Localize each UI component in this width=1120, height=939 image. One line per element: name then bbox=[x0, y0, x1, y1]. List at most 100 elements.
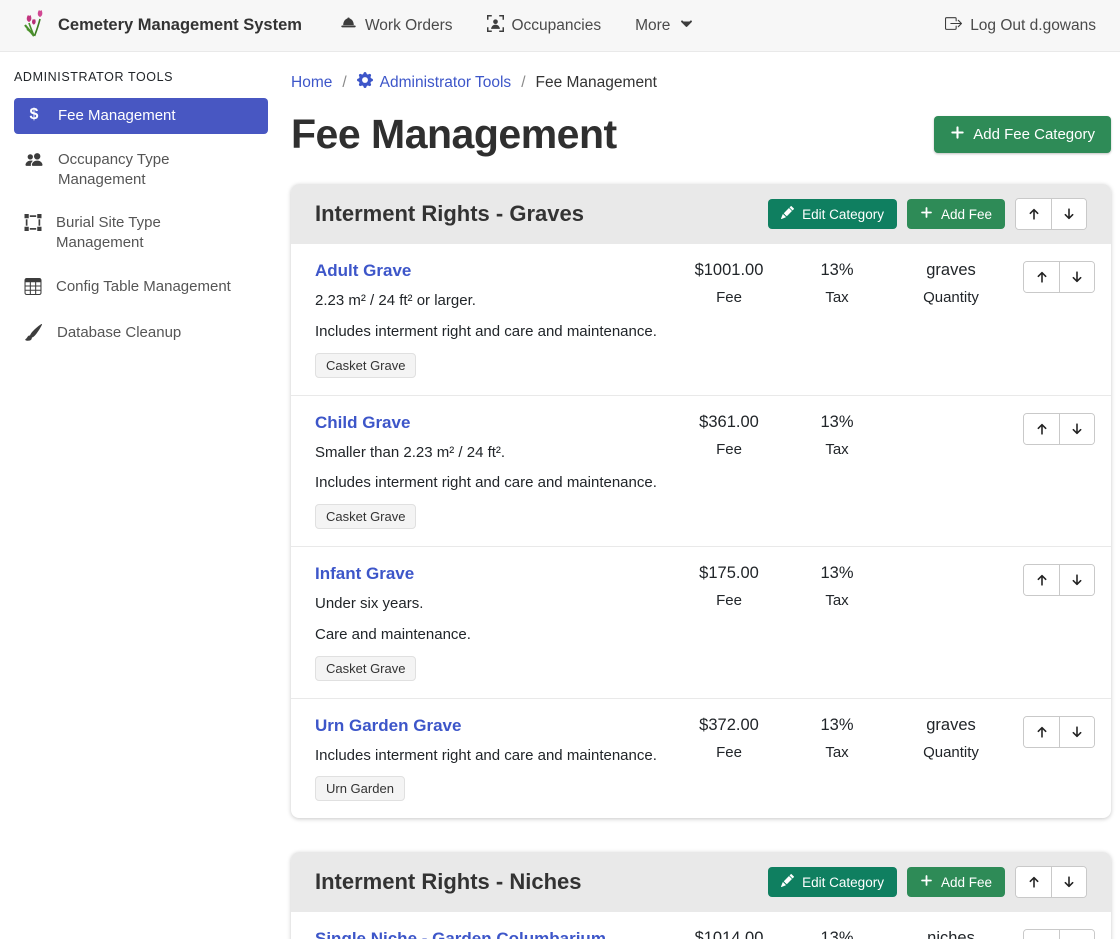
move-up-button[interactable] bbox=[1024, 414, 1059, 444]
tax-percent: 13% bbox=[820, 261, 853, 280]
tax-percent: 13% bbox=[820, 716, 853, 735]
fee-amount-column: $1001.00 Fee bbox=[675, 261, 783, 378]
fee-description-1: Includes interment right and care and ma… bbox=[315, 745, 665, 767]
table-icon bbox=[24, 277, 42, 299]
tax-column: 13% Tax bbox=[783, 413, 891, 530]
move-up-button[interactable] bbox=[1024, 565, 1059, 595]
logout-button[interactable]: Log Out d.gowans bbox=[945, 15, 1096, 37]
edit-category-label: Edit Category bbox=[802, 875, 884, 890]
fee-reorder-group bbox=[1023, 716, 1095, 748]
nav-label-more: More bbox=[635, 17, 670, 35]
breadcrumb-home-link[interactable]: Home bbox=[291, 74, 332, 92]
move-down-button[interactable] bbox=[1051, 199, 1086, 229]
add-fee-button[interactable]: Add Fee bbox=[907, 199, 1005, 229]
nav-item-work-orders[interactable]: Work Orders bbox=[340, 15, 453, 37]
fee-amount: $372.00 bbox=[699, 716, 759, 735]
sidebar-item-occupancy-type[interactable]: Occupancy Type Management bbox=[14, 142, 268, 198]
tax-column: 13% Tax bbox=[783, 929, 891, 939]
add-fee-button[interactable]: Add Fee bbox=[907, 867, 1005, 897]
fee-details: Infant Grave Under six years. Care and m… bbox=[315, 564, 675, 681]
move-up-button[interactable] bbox=[1024, 930, 1059, 939]
fee-tag: Casket Grave bbox=[315, 353, 416, 378]
logout-icon bbox=[945, 15, 962, 37]
fee-name-link[interactable]: Adult Grave bbox=[315, 261, 411, 281]
breadcrumb-home-label: Home bbox=[291, 74, 332, 92]
fee-rows: Single Niche - Garden Columbarium Garden… bbox=[291, 912, 1111, 939]
move-down-button[interactable] bbox=[1059, 414, 1094, 444]
sidebar-item-label: Database Cleanup bbox=[57, 323, 181, 343]
add-fee-label: Add Fee bbox=[941, 207, 992, 222]
tax-label: Tax bbox=[825, 289, 848, 306]
fee-description-1: Under six years. bbox=[315, 593, 665, 615]
sidebar-item-label: Config Table Management bbox=[56, 277, 231, 297]
move-up-button[interactable] bbox=[1024, 717, 1059, 747]
sidebar-item-label: Fee Management bbox=[58, 106, 176, 126]
edit-category-label: Edit Category bbox=[802, 207, 884, 222]
add-fee-category-label: Add Fee Category bbox=[973, 126, 1095, 143]
pencil-icon bbox=[781, 874, 794, 890]
tulip-logo-icon bbox=[24, 9, 48, 42]
fee-amount-label: Fee bbox=[716, 592, 742, 609]
category-actions: Edit Category Add Fee bbox=[768, 198, 1087, 230]
fee-amount: $1014.00 bbox=[695, 929, 764, 939]
sidebar-item-label: Occupancy Type Management bbox=[58, 150, 238, 190]
nav-label-occupancies: Occupancies bbox=[512, 17, 602, 35]
category-header: Interment Rights - Graves Edit Category bbox=[291, 184, 1111, 244]
tax-column: 13% Tax bbox=[783, 716, 891, 802]
fee-amount-label: Fee bbox=[716, 289, 742, 306]
sidebar-item-fee-management[interactable]: $ Fee Management bbox=[14, 98, 268, 134]
fee-description-1: Smaller than 2.23 m² / 24 ft². bbox=[315, 442, 665, 464]
move-down-button[interactable] bbox=[1059, 930, 1094, 939]
edit-category-button[interactable]: Edit Category bbox=[768, 199, 897, 229]
fee-reorder bbox=[1011, 716, 1095, 802]
fee-reorder-group bbox=[1023, 564, 1095, 596]
move-up-button[interactable] bbox=[1016, 867, 1051, 897]
breadcrumb-admin-label: Administrator Tools bbox=[380, 74, 512, 92]
fee-name-link[interactable]: Single Niche - Garden Columbarium bbox=[315, 929, 606, 939]
edit-category-button[interactable]: Edit Category bbox=[768, 867, 897, 897]
breadcrumb: Home / Administrator Tools / Fee Managem… bbox=[291, 72, 1111, 93]
main-content: Home / Administrator Tools / Fee Managem… bbox=[280, 52, 1120, 939]
nav-item-occupancies[interactable]: Occupancies bbox=[487, 15, 602, 37]
fee-description-1: 2.23 m² / 24 ft² or larger. bbox=[315, 290, 665, 312]
category-reorder-group bbox=[1015, 866, 1087, 898]
move-up-button[interactable] bbox=[1016, 199, 1051, 229]
fee-reorder-group bbox=[1023, 413, 1095, 445]
fee-row: Adult Grave 2.23 m² / 24 ft² or larger. … bbox=[291, 244, 1111, 396]
quantity-column: graves Quantity bbox=[891, 716, 1011, 802]
sidebar-item-config-table[interactable]: Config Table Management bbox=[14, 269, 268, 307]
move-down-button[interactable] bbox=[1059, 717, 1094, 747]
sidebar-item-burial-site-type[interactable]: Burial Site Type Management bbox=[14, 205, 268, 261]
sidebar: ADMINISTRATOR TOOLS $ Fee Management Occ… bbox=[0, 52, 280, 939]
people-icon bbox=[24, 150, 44, 172]
quantity-value: niches bbox=[927, 929, 975, 939]
move-down-button[interactable] bbox=[1059, 565, 1094, 595]
brush-icon bbox=[24, 323, 43, 345]
move-up-button[interactable] bbox=[1024, 262, 1059, 292]
nav-item-more[interactable]: More bbox=[635, 17, 693, 35]
tax-percent: 13% bbox=[820, 413, 853, 432]
fee-name-link[interactable]: Infant Grave bbox=[315, 564, 414, 584]
fee-description-2: Care and maintenance. bbox=[315, 624, 665, 646]
category-reorder-group bbox=[1015, 198, 1087, 230]
breadcrumb-separator: / bbox=[342, 74, 346, 92]
fee-amount: $361.00 bbox=[699, 413, 759, 432]
plus-icon bbox=[920, 206, 933, 222]
fee-reorder bbox=[1011, 413, 1095, 530]
app-brand[interactable]: Cemetery Management System bbox=[24, 9, 302, 42]
move-down-button[interactable] bbox=[1059, 262, 1094, 292]
add-fee-category-button[interactable]: Add Fee Category bbox=[934, 116, 1111, 153]
move-down-button[interactable] bbox=[1051, 867, 1086, 897]
fee-details: Single Niche - Garden Columbarium Garden… bbox=[315, 929, 675, 939]
category-title: Interment Rights - Graves bbox=[315, 201, 768, 227]
fee-row: Single Niche - Garden Columbarium Garden… bbox=[291, 912, 1111, 939]
fee-name-link[interactable]: Child Grave bbox=[315, 413, 410, 433]
sidebar-item-database-cleanup[interactable]: Database Cleanup bbox=[14, 315, 268, 353]
fee-details: Child Grave Smaller than 2.23 m² / 24 ft… bbox=[315, 413, 675, 530]
page-title: Fee Management bbox=[291, 111, 617, 158]
breadcrumb-admin-link[interactable]: Administrator Tools bbox=[357, 72, 512, 93]
breadcrumb-current: Fee Management bbox=[536, 74, 658, 92]
bounding-box-icon bbox=[24, 213, 42, 235]
pencil-icon bbox=[781, 206, 794, 222]
fee-name-link[interactable]: Urn Garden Grave bbox=[315, 716, 461, 736]
